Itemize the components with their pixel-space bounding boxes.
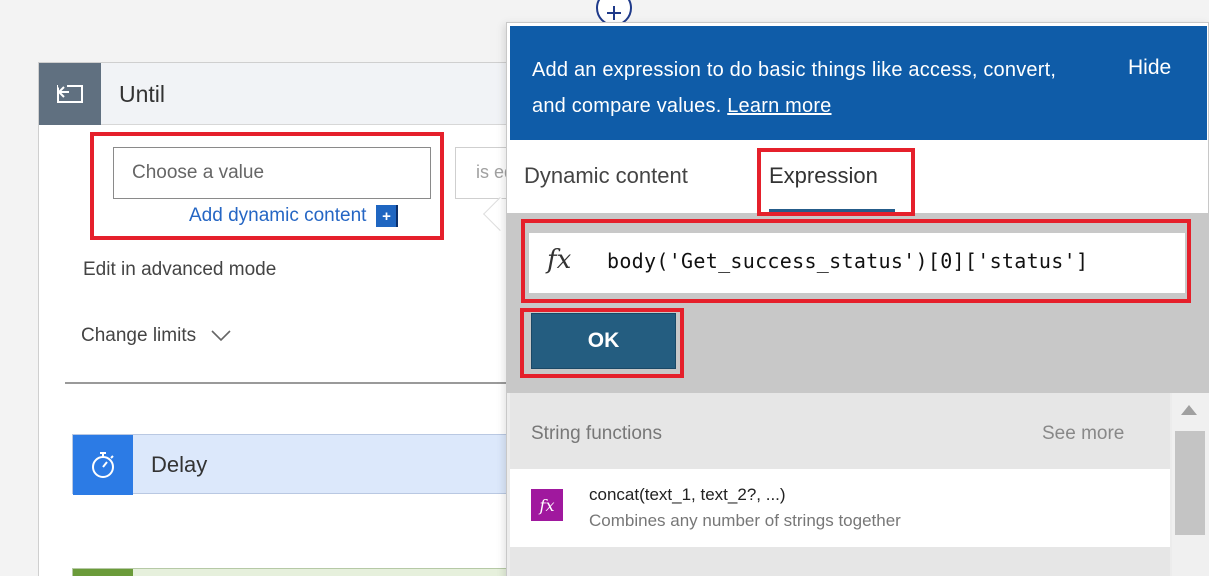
scroll-thumb[interactable] (1175, 431, 1205, 535)
fx-icon: fx (547, 245, 572, 275)
learn-more-link[interactable]: Learn more (727, 95, 831, 117)
function-item[interactable]: fx concat(text_1, text_2?, ...) Combines… (510, 469, 1170, 547)
delay-title: Delay (151, 452, 208, 477)
add-dynamic-content-link[interactable]: Add dynamic content + (189, 205, 399, 227)
scrollbar[interactable] (1172, 393, 1209, 576)
timer-icon (73, 435, 133, 495)
tab-expression[interactable]: Expression (769, 163, 878, 189)
until-title: Until (119, 81, 166, 107)
function-category-header: String functions See more (510, 393, 1170, 469)
panel-tabs: Dynamic content Expression (507, 141, 1208, 213)
choose-value-input[interactable] (113, 147, 431, 199)
info-text: Add an expression to do basic things lik… (532, 52, 1092, 124)
chevron-down-icon (211, 330, 231, 342)
ok-button[interactable]: OK (531, 313, 676, 369)
scroll-up-icon[interactable] (1181, 405, 1197, 415)
function-description: Combines any number of strings together (589, 511, 901, 530)
info-bar: Add an expression to do basic things lik… (510, 26, 1207, 140)
plus-icon: + (376, 205, 399, 227)
hide-button[interactable]: Hide (1128, 56, 1171, 80)
expression-text: body('Get_success_status')[0]['status'] (607, 249, 1089, 273)
function-category-label: String functions (531, 423, 662, 444)
function-name: concat(text_1, text_2?, ...) (589, 485, 786, 504)
functions-list: String functions See more fx concat(text… (507, 393, 1209, 576)
add-dynamic-content-label: Add dynamic content (189, 205, 367, 226)
expression-area: fx body('Get_success_status')[0]['status… (507, 213, 1208, 393)
expression-input[interactable]: fx body('Get_success_status')[0]['status… (529, 233, 1185, 293)
edit-advanced-mode-link[interactable]: Edit in advanced mode (83, 259, 276, 281)
dynamic-content-panel: Add an expression to do basic things lik… (506, 22, 1209, 576)
function-item[interactable] (510, 547, 1170, 576)
until-loop-icon (39, 63, 101, 125)
change-limits-toggle[interactable]: Change limits (81, 325, 232, 347)
fx-icon: fx (531, 489, 563, 521)
tab-dynamic-content[interactable]: Dynamic content (524, 163, 688, 189)
action-icon (73, 569, 133, 576)
change-limits-label: Change limits (81, 325, 197, 346)
see-more-link[interactable]: See more (1042, 423, 1124, 445)
